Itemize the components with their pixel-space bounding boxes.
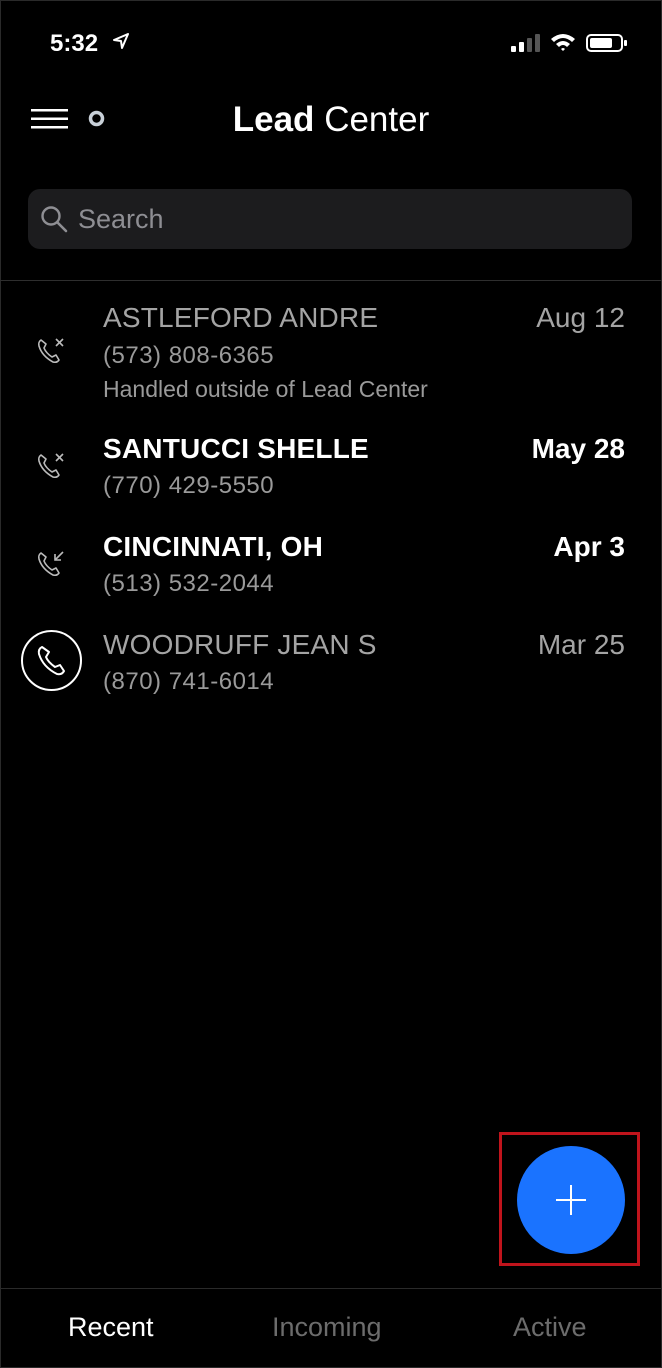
call-date: Mar 25 bbox=[537, 629, 625, 660]
contact-name: SANTUCCI SHELLE bbox=[103, 433, 369, 464]
contact-name: ASTLEFORD ANDRE bbox=[103, 302, 379, 333]
title-bold: Lead bbox=[232, 100, 315, 139]
title-light: Center bbox=[324, 100, 430, 139]
missed-call-icon bbox=[37, 338, 64, 364]
call-row-3[interactable]: CINCINNATI, OH Apr 3 (513) 532-2044 bbox=[0, 531, 662, 611]
call-row-2[interactable]: SANTUCCI SHELLE May 28 (770) 429-5550 bbox=[0, 433, 662, 513]
new-call-button[interactable] bbox=[517, 1146, 625, 1254]
battery-icon bbox=[586, 34, 627, 52]
plus-icon bbox=[556, 1185, 586, 1215]
wifi-icon bbox=[551, 34, 575, 51]
search-input[interactable] bbox=[78, 189, 618, 249]
call-date: Aug 12 bbox=[536, 302, 625, 333]
incoming-call-icon bbox=[37, 551, 64, 577]
phone-number: (513) 532-2044 bbox=[103, 570, 275, 597]
call-note: Handled outside of Lead Center bbox=[103, 376, 428, 402]
contact-name: WOODRUFF JEAN S bbox=[103, 629, 377, 660]
search-bar[interactable] bbox=[28, 189, 632, 249]
phone-number: (870) 741-6014 bbox=[103, 668, 275, 695]
search-icon bbox=[41, 206, 68, 233]
page-title: Lead Center bbox=[0, 100, 662, 140]
missed-call-icon bbox=[37, 453, 64, 479]
tab-active[interactable]: Active bbox=[513, 1312, 587, 1343]
cell-signal-icon bbox=[511, 34, 540, 52]
tab-bar-divider bbox=[0, 1288, 662, 1289]
location-arrow-icon bbox=[113, 33, 129, 49]
phone-number: (573) 808-6365 bbox=[103, 342, 275, 369]
phone-circle-icon bbox=[21, 630, 82, 691]
status-time: 5:32 bbox=[50, 30, 99, 57]
call-date: Apr 3 bbox=[553, 531, 625, 562]
tab-recent[interactable]: Recent bbox=[68, 1312, 154, 1343]
call-row-4[interactable]: WOODRUFF JEAN S Mar 25 (870) 741-6014 bbox=[0, 629, 662, 709]
call-date: May 28 bbox=[531, 433, 625, 464]
phone-number: (770) 429-5550 bbox=[103, 472, 275, 499]
contact-name: CINCINNATI, OH bbox=[103, 531, 324, 562]
call-row-1[interactable]: ASTLEFORD ANDRE Aug 12 (573) 808-6365 Ha… bbox=[0, 302, 662, 412]
list-divider bbox=[0, 280, 662, 281]
tab-incoming[interactable]: Incoming bbox=[272, 1312, 382, 1343]
